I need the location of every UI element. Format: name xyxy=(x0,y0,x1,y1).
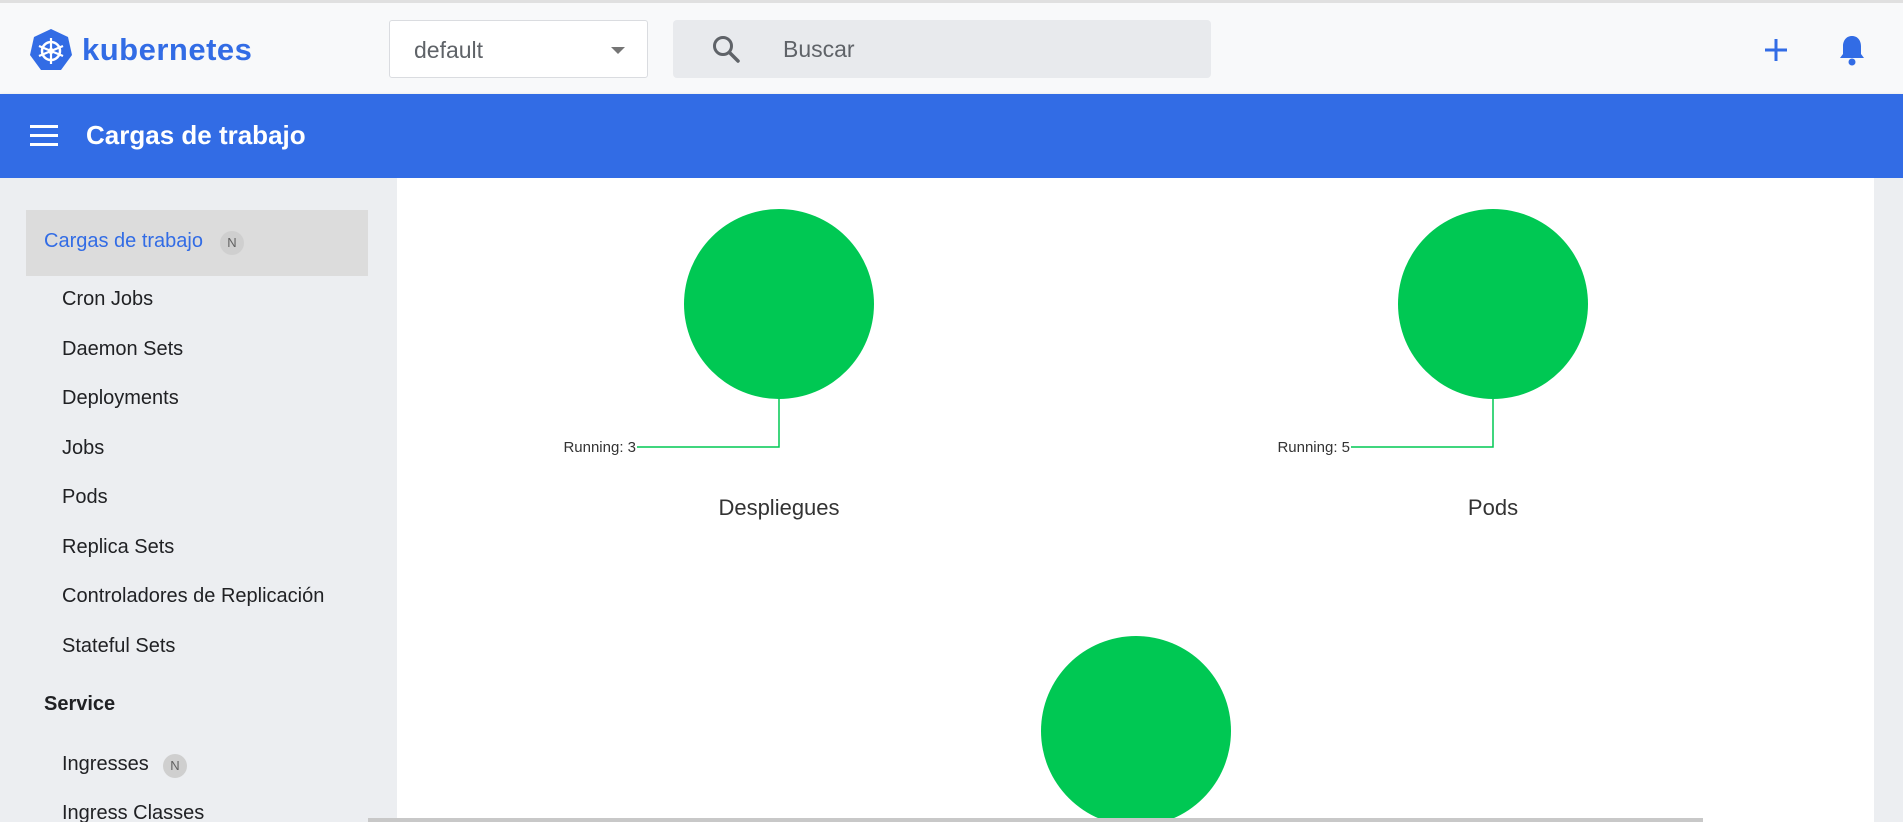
plus-icon xyxy=(1765,39,1787,61)
bell-icon xyxy=(1840,36,1864,66)
page-title: Cargas de trabajo xyxy=(86,120,306,150)
sidebar-item-deployments[interactable]: Deployments xyxy=(62,387,179,410)
sidebar-item-jobs[interactable]: Jobs xyxy=(62,437,104,460)
hamburger-menu-icon[interactable] xyxy=(28,121,60,151)
namespace-select[interactable]: default xyxy=(389,20,648,78)
workloads-status-panel: Running: 3 Despliegues Running: 5 Pods xyxy=(397,178,1874,822)
sidebar-item-workloads[interactable]: Cargas de trabajo N xyxy=(26,210,368,276)
pie-leader-line xyxy=(1351,399,1494,448)
right-gutter xyxy=(1874,178,1903,822)
sidebar-item-pods[interactable]: Pods xyxy=(62,486,108,509)
app-window: kubernetes default Buscar Cargas de trab… xyxy=(0,0,1903,822)
sidebar-item-ingress-classes[interactable]: Ingress Classes xyxy=(62,802,204,822)
pie-leader-line xyxy=(637,399,780,448)
sidebar-item-cron-jobs[interactable]: Cron Jobs xyxy=(62,288,153,311)
sidebar-section-service[interactable]: Service xyxy=(44,693,115,716)
horizontal-scrollbar[interactable] xyxy=(368,818,1703,822)
search-input[interactable] xyxy=(783,34,1183,64)
sidebar-item-replica-sets[interactable]: Replica Sets xyxy=(62,536,174,559)
sidebar-item-stateful-sets[interactable]: Stateful Sets xyxy=(62,635,175,658)
caret-down-icon xyxy=(611,47,625,54)
top-bar: kubernetes default xyxy=(0,0,1903,94)
sidebar-nav: Cargas de trabajo N Cron Jobs Daemon Set… xyxy=(0,178,397,822)
chart-title: Pods xyxy=(1468,495,1518,520)
sidebar-item-ingresses[interactable]: Ingresses xyxy=(62,753,149,776)
namespace-value: default xyxy=(414,37,484,63)
kubernetes-logo[interactable]: kubernetes xyxy=(28,27,252,73)
sidebar-item-replication-controllers[interactable]: Controladores de Replicación xyxy=(62,585,324,608)
pie-slice xyxy=(1398,209,1588,399)
new-badge: N xyxy=(220,231,244,255)
sidebar-item-label: Cargas de trabajo xyxy=(44,230,203,252)
notifications-button[interactable] xyxy=(1836,33,1868,67)
logo-text: kubernetes xyxy=(82,32,253,67)
pie-slice xyxy=(1041,636,1231,822)
search-box[interactable] xyxy=(673,20,1211,78)
sidebar-item-daemon-sets[interactable]: Daemon Sets xyxy=(62,338,183,361)
pie-slice xyxy=(684,209,874,399)
pie-slice-label: Running: 3 xyxy=(563,439,636,456)
kubernetes-helm-icon xyxy=(28,27,74,73)
workload-status-charts: Running: 3 Despliegues Running: 5 Pods xyxy=(563,209,1588,822)
create-resource-button[interactable] xyxy=(1760,34,1792,66)
pie-slice-label: Running: 5 xyxy=(1277,439,1350,456)
new-badge: N xyxy=(163,754,187,778)
search-icon xyxy=(711,34,741,69)
chart-title: Despliegues xyxy=(718,495,839,520)
page-header-bar: Cargas de trabajo xyxy=(0,94,1903,178)
